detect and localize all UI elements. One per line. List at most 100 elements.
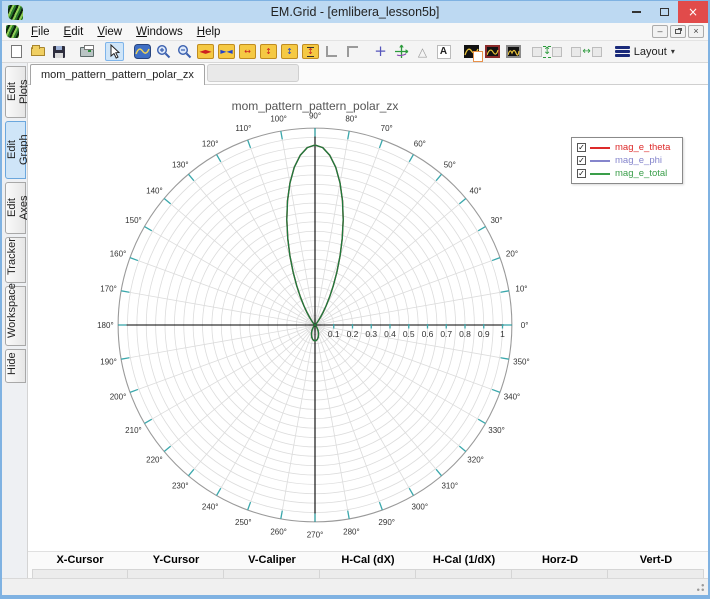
toolbar-separator [454, 42, 461, 61]
menu-item-file[interactable]: File [24, 25, 57, 39]
legend[interactable]: ✓ mag_e_theta ✓ mag_e_phi ✓ mag_e_total [571, 137, 683, 184]
toolbar-separator [125, 42, 132, 61]
resize-grip[interactable] [696, 583, 705, 592]
print-button[interactable] [77, 42, 96, 61]
legend-row-mag_e_total: ✓ mag_e_total [577, 167, 677, 180]
mdi-minimize-button[interactable]: – [652, 25, 668, 38]
shrink-x-icon: ►◄ [218, 44, 235, 59]
copy-plot-button[interactable] [462, 42, 483, 62]
triangle-marker-button[interactable]: △ [413, 42, 432, 61]
corner-lower-button[interactable] [322, 42, 341, 61]
mdi-restore-button[interactable] [670, 25, 686, 38]
main-area: Edit Plots Edit Graph Edit Axes Tracker Work… [2, 63, 708, 582]
sidebar-tab-hide[interactable]: Hide [5, 349, 26, 383]
menu-item-help[interactable]: Help [190, 25, 228, 39]
radial-tick-label: 0.1 [328, 329, 340, 339]
triangle-icon: △ [417, 44, 428, 59]
plot-area: mom_pattern_pattern_polar_zx 0.1 0.2 0.3 0.… [28, 85, 708, 551]
toolbar-separator [563, 42, 570, 61]
match-width-icon: ↔ [571, 46, 602, 57]
legend-line-sample [590, 172, 610, 175]
plot-style-curves-button[interactable] [504, 42, 523, 61]
chevron-down-icon: ▾ [670, 47, 675, 56]
polar-grid: 0.1 0.2 0.3 0.4 0.5 0.6 0.7 0.8 0.9 10°10°20°30°4… [97, 111, 530, 539]
shrink-x-button[interactable]: ►◄ [217, 42, 236, 61]
plus-icon: + [374, 42, 387, 60]
center-y-icon: ↕ [302, 44, 319, 59]
text-annotation-button[interactable]: A [434, 42, 453, 61]
mdi-close-button[interactable]: × [688, 25, 704, 38]
legend-checkbox-mag_e_total[interactable]: ✓ [577, 169, 586, 178]
angle-label: 0° [521, 321, 529, 330]
readout-header-y-cursor: Y-Cursor [152, 554, 200, 566]
corner-upper-icon [347, 46, 358, 57]
sidebar-tab-workspace[interactable]: Workspace [5, 283, 26, 346]
angle-label: 50° [444, 160, 456, 169]
plot-style-curves-icon [506, 45, 521, 58]
angle-label: 200° [110, 393, 127, 402]
angle-label: 310° [441, 482, 458, 491]
angle-label: 150° [125, 216, 142, 225]
angle-label: 120° [202, 139, 219, 148]
readout-header-v-caliper: V-Caliper [248, 554, 296, 566]
layout-label: Layout [633, 45, 667, 58]
layout-dropdown-button[interactable]: Layout ▾ [611, 42, 679, 61]
mdi-window-controls: – × [652, 25, 704, 38]
tab-active-plot[interactable]: mom_pattern_pattern_polar_zx [30, 64, 205, 85]
zoom-in-button[interactable] [154, 42, 173, 61]
plot-style-dark-icon [485, 45, 500, 58]
match-width-button[interactable]: ↔ [571, 42, 602, 61]
open-file-button[interactable] [28, 42, 47, 61]
radial-tick-label: 0.7 [440, 329, 452, 339]
pointer-select-button[interactable] [105, 42, 124, 61]
maximize-button[interactable] [650, 1, 678, 23]
add-marker-button[interactable]: + [371, 42, 390, 61]
menu-item-edit[interactable]: Edit [57, 25, 91, 39]
save-file-button[interactable] [49, 42, 68, 61]
legend-checkbox-mag_e_phi[interactable]: ✓ [577, 156, 586, 165]
expand-y-button[interactable]: ↕ [259, 42, 278, 61]
sidebar-tab-edit-graph[interactable]: Edit Graph [5, 121, 30, 179]
plot-style-dark-button[interactable] [483, 42, 502, 61]
angle-label: 170° [100, 285, 117, 294]
expand-x-icon: ◄► [197, 44, 214, 59]
zoom-out-button[interactable] [175, 42, 194, 61]
legend-label: mag_e_total [615, 168, 668, 179]
menu-item-view[interactable]: View [90, 25, 129, 39]
minimize-icon [631, 11, 641, 13]
fit-view-icon [134, 44, 151, 59]
menu-item-windows[interactable]: Windows [129, 25, 190, 39]
angle-label: 280° [343, 527, 360, 536]
center-y-button[interactable]: ↕ [301, 42, 320, 61]
radial-tick-label: 0.3 [365, 329, 377, 339]
legend-checkbox-mag_e_theta[interactable]: ✓ [577, 143, 586, 152]
expand-x-button[interactable]: ◄► [196, 42, 215, 61]
shrink-y-button[interactable]: ↕ [280, 42, 299, 61]
sidebar-tab-edit-plots[interactable]: Edit Plots [5, 66, 30, 118]
readout-header-horz-d: Horz-D [541, 554, 579, 566]
angle-label: 220° [146, 456, 163, 465]
text-annotation-icon: A [436, 44, 451, 59]
angle-label: 240° [202, 503, 219, 512]
readout-header-h-cal-1-dx-: H-Cal (1/dX) [432, 554, 496, 566]
new-file-button[interactable] [7, 42, 26, 61]
angle-label: 350° [513, 357, 530, 366]
minimize-button[interactable] [622, 1, 650, 23]
close-button[interactable]: × [678, 1, 708, 23]
sidebar-tab-edit-axes[interactable]: Edit Axes [5, 182, 30, 234]
center-x-button[interactable]: ↔ [238, 42, 257, 61]
fit-view-button[interactable] [133, 42, 152, 61]
open-folder-icon [30, 45, 45, 56]
radial-tick-label: 0.2 [347, 329, 359, 339]
tracker-axes-button[interactable] [392, 42, 411, 61]
zoom-out-icon [177, 44, 192, 59]
app-logo-icon [8, 4, 23, 20]
shrink-y-icon: ↕ [281, 44, 298, 59]
radial-tick-label: 0.8 [459, 329, 471, 339]
toolbar-separator [69, 42, 76, 61]
match-height-button[interactable]: ↕ [532, 42, 563, 61]
tab-empty[interactable] [206, 64, 299, 82]
sidebar-tab-tracker[interactable]: Tracker [5, 237, 26, 283]
angle-label: 340° [504, 393, 521, 402]
corner-upper-button[interactable] [343, 42, 362, 61]
